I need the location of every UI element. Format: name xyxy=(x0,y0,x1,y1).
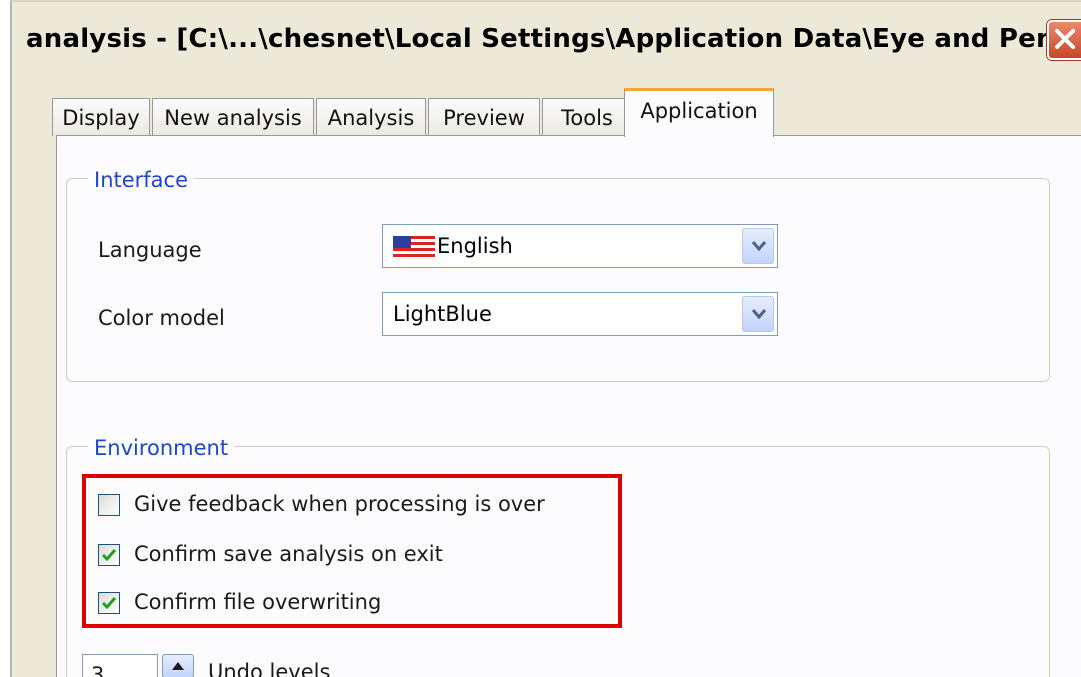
title-bar[interactable]: analysis - [C:\...\chesnet\Local Setting… xyxy=(12,2,1081,84)
tab-display[interactable]: Display xyxy=(52,98,150,136)
chevron-down-icon xyxy=(751,309,767,320)
undo-levels-input[interactable]: 3 xyxy=(82,654,158,677)
color-model-dropdown-button[interactable] xyxy=(742,296,774,332)
tab-analysis[interactable]: Analysis xyxy=(316,98,426,136)
close-button[interactable] xyxy=(1047,20,1081,60)
tab-application[interactable]: Application xyxy=(624,88,774,137)
application-dialog: analysis - [C:\...\chesnet\Local Setting… xyxy=(10,0,1081,677)
undo-levels-label: Undo levels xyxy=(208,660,331,677)
undo-levels-up-button[interactable] xyxy=(162,654,194,677)
language-dropdown-button[interactable] xyxy=(742,228,774,264)
tab-tools[interactable]: Tools xyxy=(542,98,632,136)
chevron-up-icon xyxy=(172,662,184,670)
environment-legend: Environment xyxy=(88,436,235,460)
tab-preview[interactable]: Preview xyxy=(428,98,540,136)
interface-group xyxy=(66,178,1050,382)
language-value: English xyxy=(437,234,513,258)
tab-new-analysis[interactable]: New analysis xyxy=(152,98,314,136)
language-label: Language xyxy=(98,238,202,262)
language-select[interactable]: English xyxy=(382,224,778,268)
interface-legend: Interface xyxy=(88,168,195,192)
close-icon xyxy=(1055,29,1075,49)
window-title: analysis - [C:\...\chesnet\Local Setting… xyxy=(26,24,1081,54)
chevron-down-icon xyxy=(751,241,767,252)
color-model-select[interactable]: LightBlue xyxy=(382,292,778,336)
highlight-annotation-box xyxy=(82,474,622,628)
color-model-label: Color model xyxy=(98,306,225,330)
us-flag-icon xyxy=(393,236,435,258)
color-model-value: LightBlue xyxy=(393,302,492,326)
